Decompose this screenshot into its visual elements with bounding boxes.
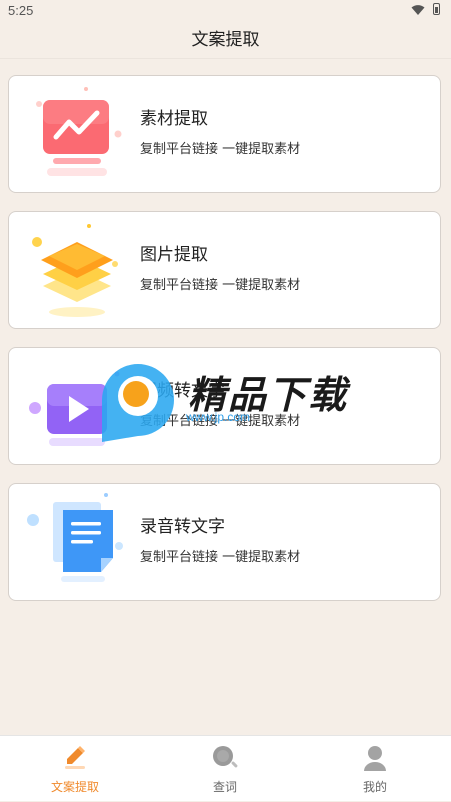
card-title: 录音转文字 [140,517,225,537]
layers-icon [32,224,118,317]
pencil-icon [65,746,85,769]
watermark: 精品下载 www.jp.com [98,358,358,442]
search-icon [213,746,238,768]
wifi-icon [411,5,425,15]
status-time: 5:25 [8,3,34,18]
chart-monitor-icon [36,87,122,176]
card-subtitle: 复制平台链接 一键提取素材 [140,142,301,157]
tab-label: 查词 [212,780,237,794]
tab-copy-extract[interactable]: 文案提取 [0,736,150,802]
card-audio-to-text[interactable]: 录音转文字 复制平台链接 一键提取素材 [8,483,441,601]
header-divider [0,58,451,59]
tab-label: 文案提取 [50,780,99,794]
watermark-logo-icon [102,364,174,442]
watermark-url: www.jp.com [186,410,251,424]
document-icon [27,493,123,582]
card-title: 素材提取 [140,109,208,129]
tab-lookup[interactable]: 查词 [150,736,300,802]
tab-label: 我的 [362,780,387,794]
status-bar: 5:25 [0,0,451,22]
card-title: 图片提取 [140,245,208,265]
card-image-extract[interactable]: 图片提取 复制平台链接 一键提取素材 [8,211,441,329]
tab-profile[interactable]: 我的 [300,736,450,802]
card-subtitle: 复制平台链接 一键提取素材 [140,278,301,293]
user-icon [364,746,386,771]
page-title: 文案提取 [191,30,260,50]
card-subtitle: 复制平台链接 一键提取素材 [140,550,301,565]
card-material-extract[interactable]: 素材提取 复制平台链接 一键提取素材 [8,75,441,193]
bottom-tab-bar: 文案提取 查词 我的 [0,735,451,801]
battery-icon [433,3,440,15]
